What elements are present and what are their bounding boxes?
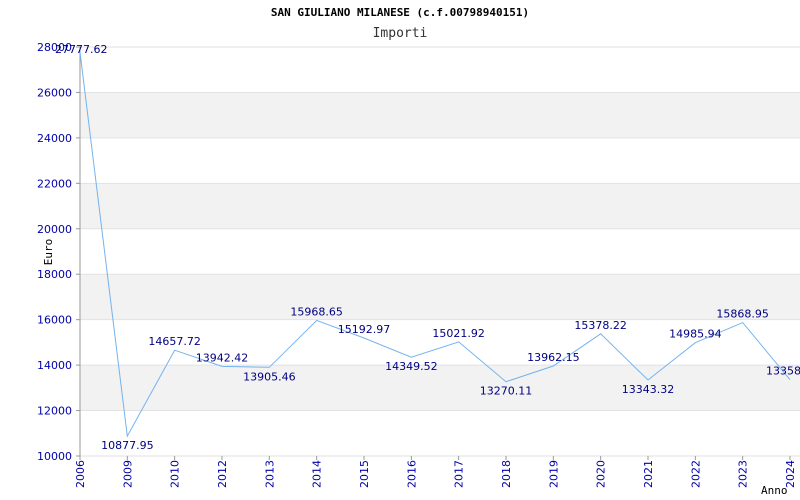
y-tick-label: 26000 bbox=[37, 86, 72, 99]
data-label: 13343.32 bbox=[622, 383, 675, 396]
x-tick-label: 2012 bbox=[216, 460, 229, 488]
data-label: 13962.15 bbox=[527, 351, 580, 364]
x-tick-label: 2016 bbox=[405, 460, 418, 488]
grid-band bbox=[80, 365, 800, 411]
y-tick-label: 14000 bbox=[37, 359, 72, 372]
x-tick-label: 2013 bbox=[263, 460, 276, 488]
y-tick-label: 24000 bbox=[37, 132, 72, 145]
y-tick-label: 12000 bbox=[37, 405, 72, 418]
chart-subtitle: Importi bbox=[373, 26, 428, 41]
x-tick-label: 2015 bbox=[358, 460, 371, 488]
y-tick-label: 10000 bbox=[37, 450, 72, 463]
y-axis-label: Euro bbox=[42, 239, 55, 266]
x-tick-labels: 2006 2009 2010 2012 2013 2014 2015 2016 2017 2018… bbox=[74, 456, 797, 488]
x-tick-label: 2006 bbox=[74, 460, 87, 488]
data-label: 13358.9 bbox=[766, 365, 800, 378]
grid-band bbox=[80, 92, 800, 138]
data-label: 10877.95 bbox=[101, 439, 154, 452]
x-tick-label: 2017 bbox=[453, 460, 466, 488]
data-label: 15192.97 bbox=[338, 323, 391, 336]
data-label: 13905.46 bbox=[243, 370, 296, 383]
grid-band bbox=[80, 274, 800, 320]
y-tick-label: 16000 bbox=[37, 314, 72, 327]
x-tick-label: 2022 bbox=[689, 460, 702, 488]
line-chart: 10000 12000 14000 16000 18000 20000 22000 24000… bbox=[37, 6, 800, 497]
x-axis-label: Anno bbox=[761, 484, 788, 497]
data-label: 13270.11 bbox=[480, 385, 533, 398]
y-tick-label: 22000 bbox=[37, 177, 72, 190]
x-tick-label: 2023 bbox=[737, 460, 750, 488]
data-label: 14657.72 bbox=[148, 335, 201, 348]
x-tick-label: 2020 bbox=[595, 460, 608, 488]
data-label: 15868.95 bbox=[716, 308, 769, 321]
x-tick-label: 2018 bbox=[500, 460, 513, 488]
x-tick-label: 2021 bbox=[642, 460, 655, 488]
data-label: 15378.22 bbox=[574, 319, 627, 332]
x-tick-label: 2014 bbox=[311, 460, 324, 488]
y-tick-label: 18000 bbox=[37, 268, 72, 281]
x-tick-label: 2010 bbox=[169, 460, 182, 488]
data-label: 13942.42 bbox=[196, 351, 249, 364]
grid-band bbox=[80, 183, 800, 229]
data-label: 14349.52 bbox=[385, 360, 438, 373]
grid-bands bbox=[80, 92, 800, 411]
data-label: 15968.65 bbox=[290, 305, 343, 318]
y-tick-label: 20000 bbox=[37, 223, 72, 236]
data-label: 27777.62 bbox=[55, 43, 108, 56]
data-label: 14985.94 bbox=[669, 328, 722, 341]
x-tick-label: 2019 bbox=[547, 460, 560, 488]
data-label: 15021.92 bbox=[432, 327, 485, 340]
x-tick-label: 2009 bbox=[121, 460, 134, 488]
chart-title: SAN GIULIANO MILANESE (c.f.00798940151) bbox=[271, 6, 529, 19]
